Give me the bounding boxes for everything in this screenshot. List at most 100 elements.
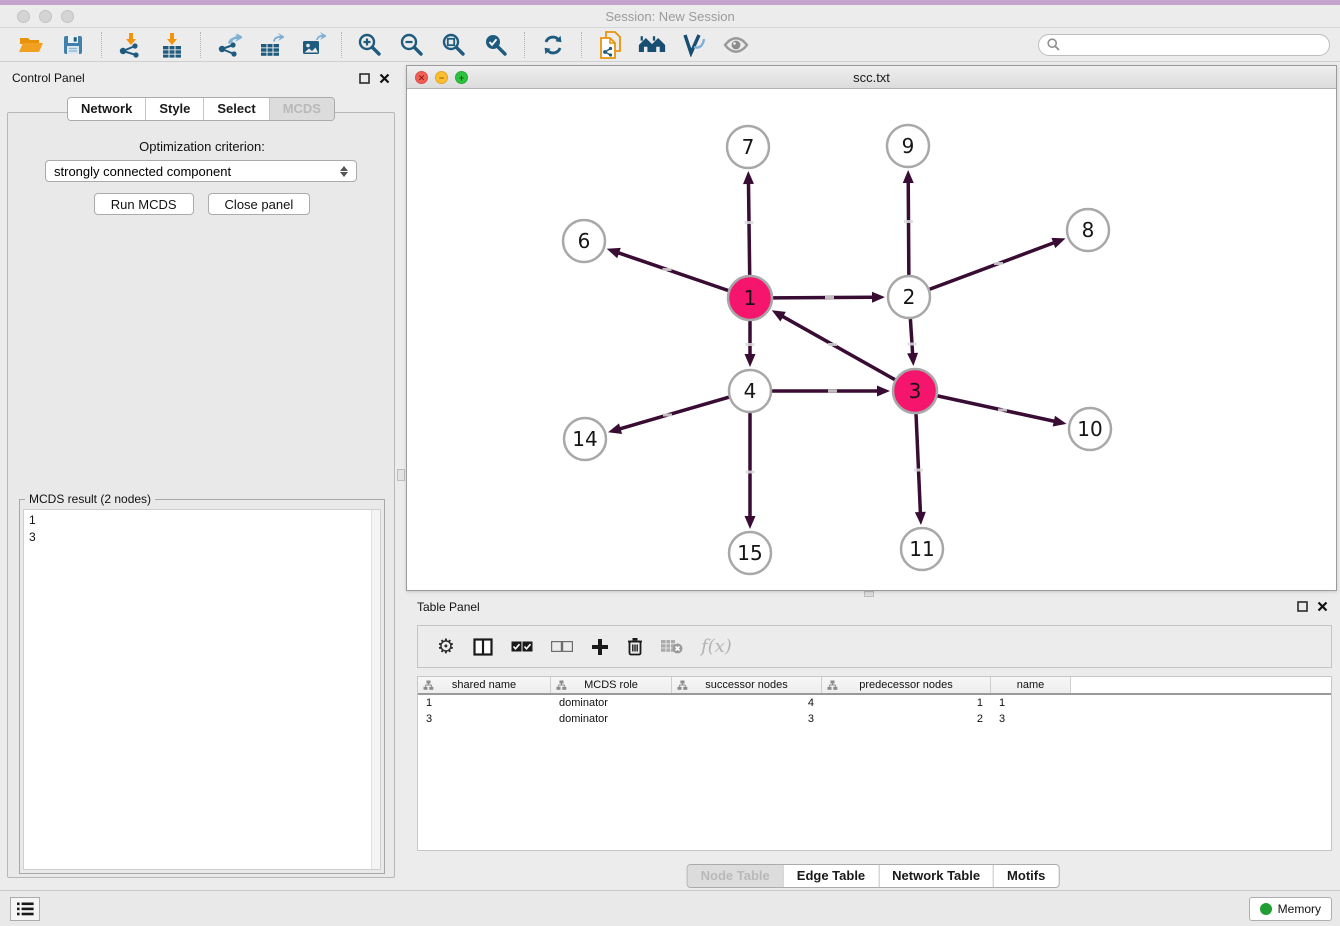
graph-edge-3-10[interactable]: [937, 396, 1054, 421]
add-column-icon[interactable]: [591, 638, 609, 656]
column-label: predecessor nodes: [859, 679, 953, 691]
network-window-titlebar[interactable]: ✕ − + scc.txt: [407, 66, 1336, 89]
graph-node-label: 11: [909, 537, 934, 561]
task-history-button[interactable]: [10, 897, 40, 921]
delete-column-icon[interactable]: [627, 637, 643, 656]
network-view-title: scc.txt: [407, 70, 1336, 85]
column-header-predecessor-nodes[interactable]: predecessor nodes: [822, 677, 991, 693]
import-network-icon[interactable]: [116, 31, 144, 59]
memory-button[interactable]: Memory: [1249, 897, 1332, 921]
graph-edge-1-7[interactable]: [748, 183, 749, 275]
main-toolbar: [0, 28, 1340, 62]
table-row[interactable]: 1dominator411: [418, 695, 1331, 711]
tab-network-table[interactable]: Network Table: [878, 865, 993, 887]
edge-label-mark: [663, 268, 672, 271]
export-table-icon[interactable]: [257, 31, 285, 59]
graph-edge-2-3[interactable]: [910, 319, 912, 354]
deselect-all-icon[interactable]: [551, 641, 573, 652]
function-builder-icon[interactable]: f(x): [701, 636, 732, 657]
horizontal-splitter-handle[interactable]: [864, 591, 874, 597]
graph-node-label: 10: [1077, 417, 1102, 441]
memory-label: Memory: [1278, 902, 1321, 916]
zoom-selected-icon[interactable]: [482, 31, 510, 59]
sort-hierarchy-icon: [423, 680, 434, 691]
vertical-splitter-handle[interactable]: [397, 469, 405, 481]
control-panel-title: Control Panel: [12, 71, 85, 85]
search-input[interactable]: [1065, 38, 1321, 52]
import-table-icon[interactable]: [158, 31, 186, 59]
network-graph[interactable]: 7968124314101511: [407, 89, 1336, 590]
table-row[interactable]: 3dominator323: [418, 711, 1331, 727]
graph-edge-2-8[interactable]: [930, 243, 1055, 290]
home-icon[interactable]: [638, 31, 666, 59]
graph-edge-1-2[interactable]: [773, 297, 873, 298]
toolbar-separator: [101, 32, 102, 58]
table-cell: 3: [672, 713, 822, 725]
column-label: shared name: [452, 679, 516, 691]
network-canvas[interactable]: 7968124314101511: [407, 89, 1336, 590]
zoom-out-icon[interactable]: [398, 31, 426, 59]
criterion-dropdown[interactable]: strongly connected component: [45, 160, 357, 182]
graph-edge-3-11[interactable]: [916, 414, 920, 513]
criterion-value: strongly connected component: [54, 164, 231, 179]
search-icon: [1047, 38, 1060, 51]
column-header-successor-nodes[interactable]: successor nodes: [672, 677, 822, 693]
mcds-result-textarea[interactable]: 1 3: [23, 509, 381, 870]
column-header-shared-name[interactable]: shared name: [418, 677, 551, 693]
status-bar: Memory: [0, 890, 1340, 926]
refresh-layout-icon[interactable]: [539, 31, 567, 59]
zoom-in-icon[interactable]: [356, 31, 384, 59]
column-header-MCDS-role[interactable]: MCDS role: [551, 677, 672, 693]
toolbar-separator: [524, 32, 525, 58]
tab-motifs[interactable]: Motifs: [993, 865, 1058, 887]
vizmapper-icon[interactable]: [680, 31, 708, 59]
table-cell: 1: [991, 697, 1071, 709]
toolbar-separator: [581, 32, 582, 58]
gear-icon[interactable]: ⚙: [437, 637, 455, 657]
graph-edge-2-9[interactable]: [908, 182, 909, 275]
graph-edge-3-1[interactable]: [782, 316, 895, 380]
open-session-icon[interactable]: [17, 31, 45, 59]
float-panel-icon[interactable]: [1297, 601, 1308, 612]
graph-edge-4-14[interactable]: [620, 397, 729, 429]
network-file-icon[interactable]: [596, 31, 624, 59]
network-view-window: ✕ − + scc.txt 7968124314101511: [406, 65, 1337, 591]
select-all-icon[interactable]: [511, 641, 533, 652]
edge-label-mark: [828, 390, 837, 393]
arrowhead-icon: [745, 354, 756, 367]
close-panel-icon[interactable]: [1317, 601, 1328, 612]
search-field[interactable]: [1038, 34, 1330, 56]
mcds-result-text: 1 3: [29, 512, 366, 867]
mcds-result-title: MCDS result (2 nodes): [25, 492, 155, 506]
arrowhead-icon: [743, 171, 754, 184]
tab-select[interactable]: Select: [203, 98, 268, 120]
tab-mcds[interactable]: MCDS: [269, 98, 334, 120]
export-image-icon[interactable]: [299, 31, 327, 59]
edge-label-mark: [746, 343, 755, 346]
close-panel-icon[interactable]: [379, 73, 390, 84]
tab-edge-table[interactable]: Edge Table: [783, 865, 878, 887]
column-header-name[interactable]: name: [991, 677, 1071, 693]
close-panel-button[interactable]: Close panel: [208, 193, 311, 215]
titlebar: Session: New Session: [0, 5, 1340, 28]
eye-icon[interactable]: [722, 31, 750, 59]
delete-table-icon[interactable]: [661, 639, 683, 654]
table-body: 1dominator4113dominator323: [418, 695, 1331, 727]
columns-icon[interactable]: [473, 638, 493, 656]
tab-node-table[interactable]: Node Table: [688, 865, 783, 887]
mcds-panel: Optimization criterion: strongly connect…: [7, 112, 395, 878]
scrollbar[interactable]: [371, 510, 380, 869]
graph-edge-1-6[interactable]: [618, 253, 728, 291]
table-panel-title: Table Panel: [417, 600, 480, 614]
graph-node-label: 3: [909, 379, 922, 403]
tab-network[interactable]: Network: [68, 98, 145, 120]
table-header-row: shared name MCDS rolesuccessor nodes prede…: [418, 677, 1331, 695]
zoom-fit-icon[interactable]: [440, 31, 468, 59]
float-panel-icon[interactable]: [359, 73, 370, 84]
column-label: name: [1017, 679, 1045, 691]
run-mcds-button[interactable]: Run MCDS: [94, 193, 194, 215]
tab-style[interactable]: Style: [145, 98, 203, 120]
export-network-icon[interactable]: [215, 31, 243, 59]
save-session-icon[interactable]: [59, 31, 87, 59]
sort-hierarchy-icon: [827, 680, 838, 691]
